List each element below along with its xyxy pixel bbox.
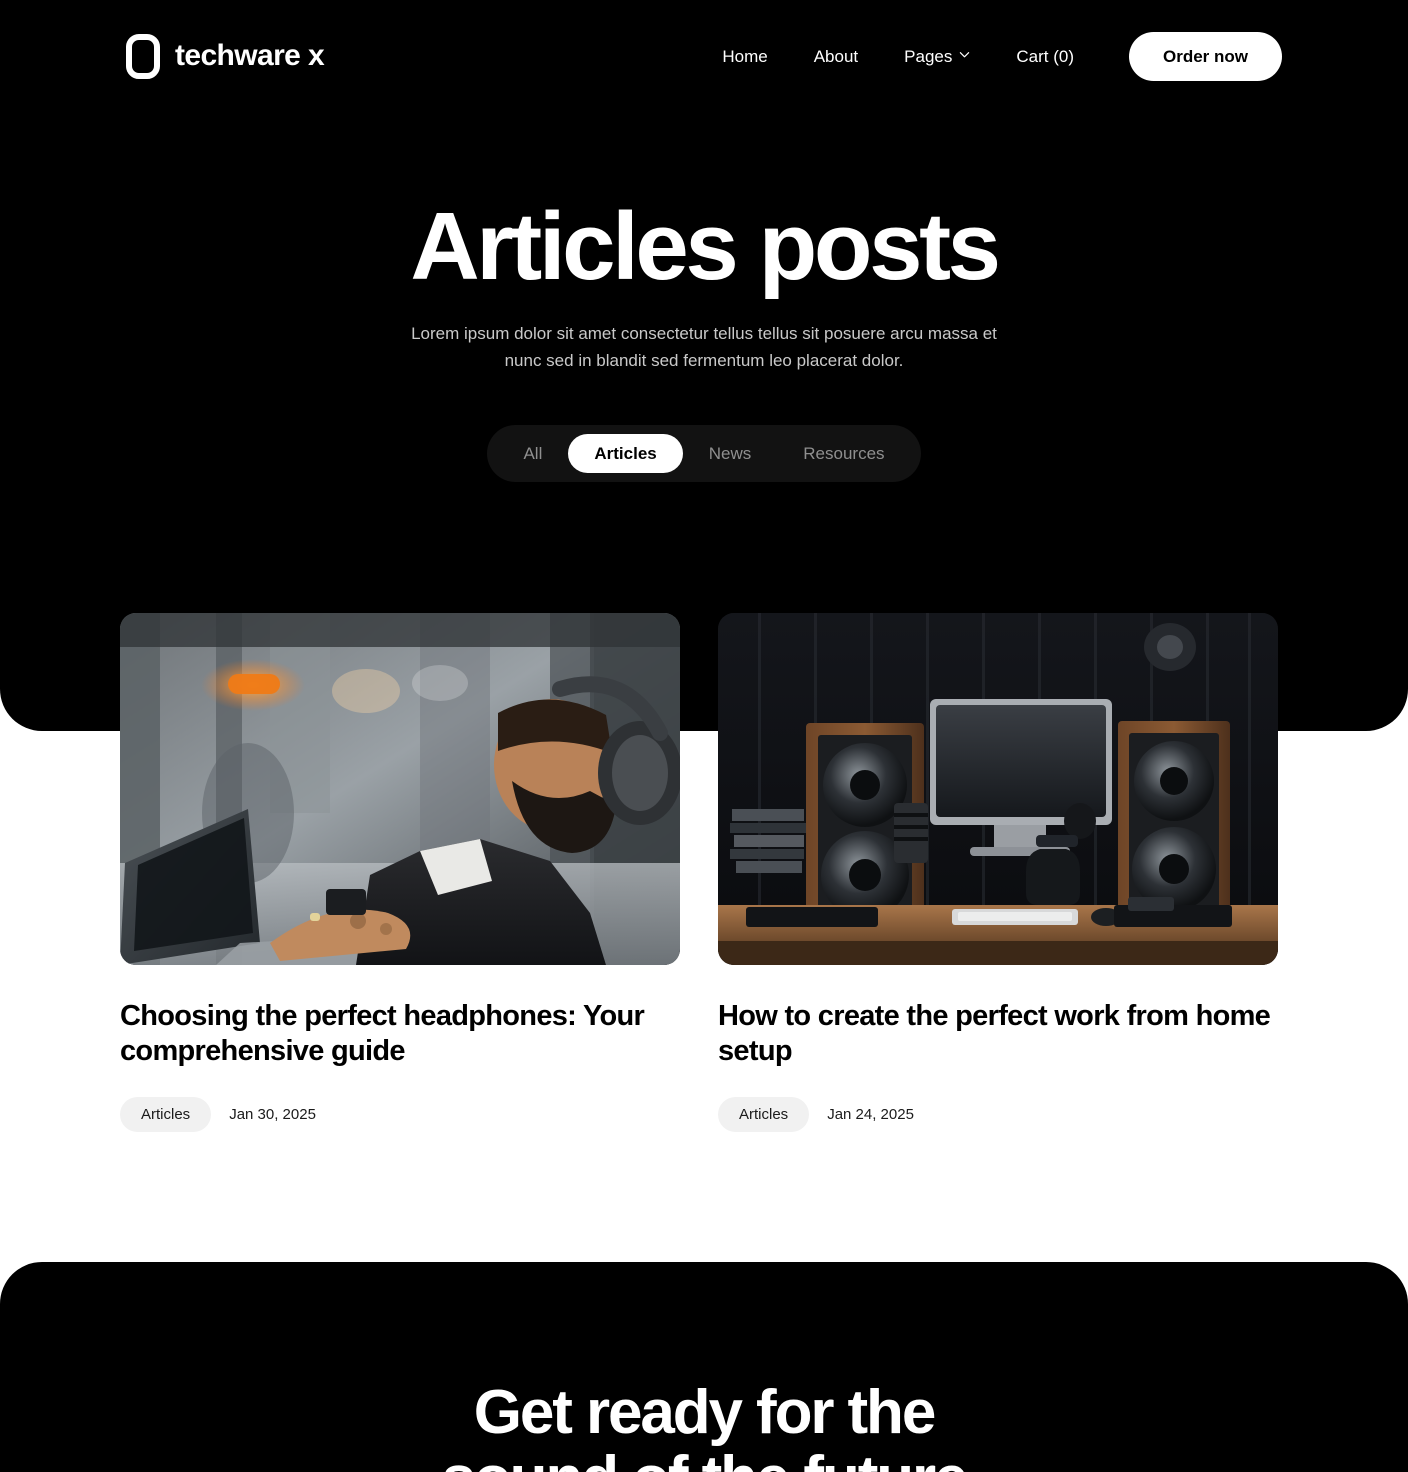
- chevron-down-icon: [959, 49, 970, 60]
- order-now-button[interactable]: Order now: [1128, 31, 1282, 81]
- squircle-ring-icon: [126, 33, 160, 79]
- post-card[interactable]: How to create the perfect work from home…: [718, 613, 1278, 1132]
- nav-right-group: Home About Pages Cart (0) Order now: [699, 31, 1282, 81]
- brand-logo[interactable]: techware x: [126, 33, 325, 79]
- cta-heading-line1: Get ready for the: [473, 1378, 937, 1447]
- category-filter-bar: All Articles News Resources: [487, 424, 921, 482]
- filter-tab-news[interactable]: News: [683, 434, 778, 473]
- cta-heading-line2: sound of the future: [0, 1445, 1408, 1472]
- nav-link-label: Cart (0): [1016, 46, 1074, 66]
- page-subtitle: Lorem ipsum dolor sit amet consectetur t…: [411, 323, 997, 371]
- posts-grid: Choosing the perfect headphones: Your co…: [120, 613, 1278, 1132]
- page-root: techware x Home About Pages Cart (0) Ord…: [0, 0, 1408, 1472]
- post-title: How to create the perfect work from home…: [718, 1000, 1271, 1068]
- nav-link-pages[interactable]: Pages: [881, 48, 993, 65]
- navbar: techware x Home About Pages Cart (0) Ord…: [0, 0, 1408, 112]
- post-title: Choosing the perfect headphones: Your co…: [120, 1000, 645, 1068]
- post-tag[interactable]: Articles: [718, 1096, 810, 1132]
- post-date: Jan 30, 2025: [229, 1105, 316, 1123]
- nav-link-label: Home: [722, 46, 768, 66]
- nav-link-cart[interactable]: Cart (0): [993, 48, 1097, 65]
- post-meta: Articles Jan 30, 2025: [120, 1096, 680, 1132]
- post-meta: Articles Jan 24, 2025: [718, 1096, 1278, 1132]
- post-date: Jan 24, 2025: [827, 1105, 914, 1123]
- post-thumbnail[interactable]: [718, 613, 1278, 965]
- nav-link-about[interactable]: About: [791, 48, 881, 65]
- nav-link-label: Pages: [904, 46, 953, 66]
- nav-link-home[interactable]: Home: [699, 48, 790, 65]
- page-title: Articles posts: [410, 193, 1001, 300]
- filter-tab-all[interactable]: All: [497, 434, 568, 473]
- post-card[interactable]: Choosing the perfect headphones: Your co…: [120, 613, 680, 1132]
- post-thumbnail[interactable]: [120, 613, 680, 965]
- filter-tab-articles[interactable]: Articles: [568, 433, 683, 473]
- cta-heading: Get ready for the sound of the future: [0, 1380, 1408, 1472]
- post-tag[interactable]: Articles: [120, 1096, 212, 1132]
- brand-name: techware x: [175, 39, 325, 72]
- nav-links: Home About Pages Cart (0): [699, 48, 1097, 65]
- cta-section: Get ready for the sound of the future: [0, 1262, 1408, 1472]
- filter-tab-resources[interactable]: Resources: [777, 434, 910, 473]
- nav-link-label: About: [813, 46, 859, 66]
